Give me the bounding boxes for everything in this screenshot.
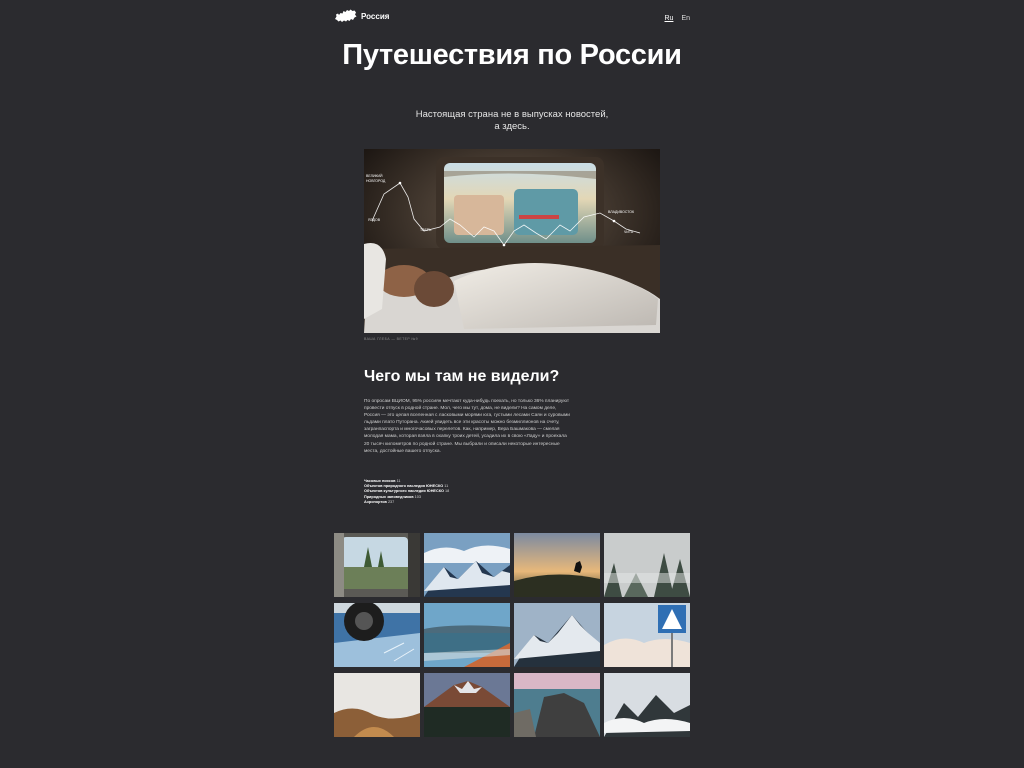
gallery-item-clouds-over-mountains[interactable] [604,673,690,737]
stat-item: Аэропортов 237 [364,500,570,505]
gallery-item-crosswalk-sign[interactable] [604,603,690,667]
stat-label: Часовых поясов [364,479,396,483]
gallery-item-car-wheel-on-ice[interactable] [334,603,420,667]
gallery-item-snowy-mountains[interactable] [424,533,510,597]
gallery-item-snowy-peak[interactable] [514,603,600,667]
site-name: Россия [361,11,390,21]
gallery-item-wolf-on-hill[interactable] [514,533,600,597]
lang-ru-link[interactable]: Ru [664,15,673,22]
russia-map-icon [334,8,357,24]
page-title: Путешествия по России [342,39,682,71]
svg-text:ЧИТА: ЧИТА [624,230,634,234]
stats-list: Часовых поясов 11 Объектов природного на… [364,479,570,505]
svg-text:ЯЗДОВ: ЯЗДОВ [368,218,381,222]
stat-label: Объектов культурного наследия ЮНЕСКО [364,489,444,494]
lang-en-link[interactable]: En [681,15,690,22]
svg-text:НОВГОРОД: НОВГОРОД [366,179,386,183]
stat-value: 237 [387,499,395,504]
stat-label: Объектов природного наследия ЮНЕСКО [364,484,444,489]
stat-value: 103 [414,494,421,499]
photo-gallery [334,533,690,737]
stat-label: Аэропортов [364,499,387,504]
section-body: По опросам ВЦИОМ, 95% россиян мечтают ку… [364,399,570,454]
stat-label: Природных заповедников [364,494,414,499]
page-subtitle: Настоящая страна не в выпусках новостей,… [415,109,609,132]
hero-image-caption: Ваша Глеба — Ветер №9 [364,337,418,341]
svg-text:ВЛАДИВОСТОК: ВЛАДИВОСТОК [608,210,635,214]
stat-value: 18 [445,489,450,494]
site-header: Россия Ru En [334,8,690,30]
stat-value: 11 [444,484,449,489]
stat-value: 11 [396,479,401,483]
gallery-item-volcano[interactable] [424,673,510,737]
hero-image: ВЕЛИКИЙ НОВГОРОД ЯЗДОВ ТВЕРЬ ВЛАДИВОСТОК… [364,149,660,333]
gallery-item-train-window[interactable] [334,533,420,597]
section-title: Чего мы там не видели? [364,368,560,385]
language-switcher: Ru En [664,15,690,22]
svg-text:ТВЕРЬ: ТВЕРЬ [420,228,432,232]
gallery-item-coastal-cliffs[interactable] [514,673,600,737]
gallery-item-lake-shore[interactable] [424,603,510,667]
svg-text:ВЕЛИКИЙ: ВЕЛИКИЙ [366,174,383,178]
gallery-item-geyser-valley[interactable] [334,673,420,737]
gallery-item-foggy-forest[interactable] [604,533,690,597]
home-logo[interactable]: Россия [334,8,389,24]
